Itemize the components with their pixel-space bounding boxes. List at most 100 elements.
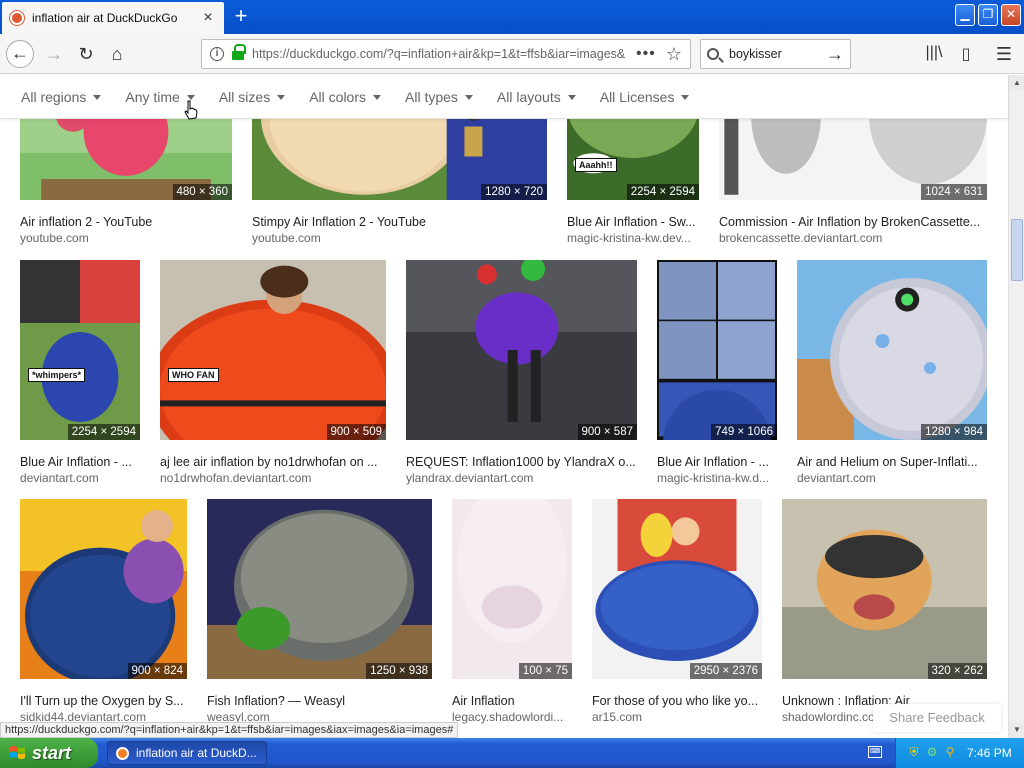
image-dimensions-badge: 2254 × 2594: [67, 424, 140, 440]
filter-dropdown[interactable]: All layouts: [497, 89, 576, 105]
start-label: start: [32, 743, 72, 763]
taskbar-item-firefox[interactable]: inflation air at DuckD...: [107, 741, 267, 765]
forward-arrow-icon[interactable]: →: [40, 40, 68, 68]
result-domain[interactable]: deviantart.com: [797, 471, 987, 485]
browser-search-box[interactable]: →: [700, 39, 851, 69]
image-dimensions-badge: 1024 × 631: [921, 184, 987, 200]
chevron-down-icon: [681, 95, 690, 101]
shield-icon[interactable]: ⛨: [907, 745, 921, 759]
url-text[interactable]: https://duckduckgo.com/?q=inflation+air&…: [252, 47, 626, 61]
start-button[interactable]: start: [0, 738, 98, 768]
result-thumbnail[interactable]: 2950 × 2376: [592, 499, 762, 679]
result-domain[interactable]: legacy.shadowlordi...: [452, 710, 572, 724]
more-dots-icon[interactable]: •••: [636, 45, 656, 63]
browser-tab[interactable]: inflation air at DuckDuckGo ×: [2, 2, 224, 34]
taskbar-item-label: inflation air at DuckD...: [136, 746, 257, 760]
hamburger-menu-icon[interactable]: ☰: [994, 44, 1014, 64]
filter-label: All layouts: [496, 88, 561, 105]
result-domain[interactable]: ar15.com: [592, 710, 762, 724]
vertical-scrollbar[interactable]: ▲ ▼: [1008, 75, 1024, 738]
result-thumbnail[interactable]: 1280 × 984: [797, 260, 987, 440]
browser-search-input[interactable]: [729, 47, 826, 61]
image-result-tile[interactable]: 320 × 262 Unknown : Inflation: Air shadowl…: [782, 499, 987, 724]
window-minimize-button[interactable]: ▁: [955, 4, 975, 26]
result-thumbnail[interactable]: 320 × 262: [782, 499, 987, 679]
result-domain[interactable]: magic-kristina-kw.dev...: [567, 231, 699, 245]
home-icon[interactable]: ⌂: [103, 40, 131, 68]
result-title[interactable]: For those of you who like yo...: [592, 694, 762, 708]
result-domain[interactable]: brokencassette.deviantart.com: [719, 231, 987, 245]
image-result-tile[interactable]: 749 × 1066 Blue Air Inflation - ... magic-…: [657, 260, 777, 485]
result-title[interactable]: Blue Air Inflation - ...: [20, 455, 140, 469]
lock-icon[interactable]: [232, 44, 246, 60]
result-thumbnail[interactable]: 749 × 1066: [657, 260, 777, 440]
result-title[interactable]: Air and Helium on Super-Inflati...: [797, 455, 987, 469]
window-maximize-button[interactable]: ❐: [978, 4, 998, 26]
image-result-tile[interactable]: WHO FAN 900 × 509 aj lee air inflation by …: [160, 260, 386, 485]
result-title[interactable]: Air inflation 2 - YouTube: [20, 215, 232, 229]
image-result-tile[interactable]: 900 × 824 I'll Turn up the Oxygen by S...…: [20, 499, 187, 724]
result-domain[interactable]: ylandrax.deviantart.com: [406, 471, 637, 485]
go-arrow-icon[interactable]: →: [826, 44, 844, 65]
filter-label: All regions: [21, 88, 87, 105]
network-icon[interactable]: ⚙: [925, 745, 939, 759]
result-title[interactable]: Blue Air Inflation - ...: [657, 455, 777, 469]
result-thumbnail[interactable]: WHO FAN 900 × 509: [160, 260, 386, 440]
library-icon[interactable]: |||\: [924, 44, 944, 64]
image-result-tile[interactable]: 900 × 587 REQUEST: Inflation1000 by Yland…: [406, 260, 637, 485]
image-result-tile[interactable]: 1250 × 938 Fish Inflation? — Weasyl weasyl…: [207, 499, 432, 724]
image-results: 480 × 360 Air inflation 2 - YouTube youtub…: [0, 75, 1008, 738]
result-domain[interactable]: no1drwhofan.deviantart.com: [160, 471, 386, 485]
result-title[interactable]: I'll Turn up the Oxygen by S...: [20, 694, 187, 708]
result-domain[interactable]: magic-kristina-kw.d...: [657, 471, 777, 485]
filter-dropdown[interactable]: All types: [405, 89, 473, 105]
keyboard-icon[interactable]: ⌨: [868, 746, 882, 758]
back-arrow-icon[interactable]: ←: [6, 40, 34, 68]
result-thumbnail[interactable]: 900 × 587: [406, 260, 637, 440]
windows-flag-icon: [10, 746, 25, 759]
filter-dropdown[interactable]: All sizes: [219, 89, 286, 105]
image-dimensions-badge: 2254 × 2594: [626, 184, 699, 200]
info-icon[interactable]: i: [210, 47, 224, 61]
result-domain[interactable]: youtube.com: [252, 231, 547, 245]
result-title[interactable]: Stimpy Air Inflation 2 - YouTube: [252, 215, 547, 229]
scrollbar-thumb[interactable]: [1011, 219, 1023, 281]
image-dimensions-badge: 100 × 75: [518, 663, 572, 679]
result-thumbnail[interactable]: 100 × 75: [452, 499, 572, 679]
filter-label: All colors: [309, 88, 366, 105]
bookmark-star-icon[interactable]: ☆: [666, 44, 682, 65]
result-title[interactable]: Commission - Air Inflation by BrokenCass…: [719, 215, 987, 229]
sidebar-icon[interactable]: ▯: [956, 44, 976, 64]
result-domain[interactable]: youtube.com: [20, 231, 232, 245]
image-result-tile[interactable]: 2950 × 2376 For those of you who like yo.…: [592, 499, 762, 724]
reload-icon[interactable]: ↻: [72, 40, 100, 68]
search-tray-icon[interactable]: ⚲: [943, 745, 957, 759]
new-tab-button[interactable]: +: [228, 4, 254, 30]
result-title[interactable]: REQUEST: Inflation1000 by YlandraX o...: [406, 455, 637, 469]
result-title[interactable]: aj lee air inflation by no1drwhofan on .…: [160, 455, 386, 469]
window-close-button[interactable]: ✕: [1001, 4, 1021, 26]
filter-dropdown[interactable]: All Licenses: [600, 89, 690, 105]
share-feedback-button[interactable]: Share Feedback: [873, 704, 1001, 732]
image-dimensions-badge: 480 × 360: [172, 184, 232, 200]
result-thumbnail[interactable]: 1250 × 938: [207, 499, 432, 679]
address-bar[interactable]: i https://duckduckgo.com/?q=inflation+ai…: [201, 39, 691, 69]
image-result-tile[interactable]: 100 × 75 Air Inflation legacy.shadowlordi.…: [452, 499, 572, 724]
result-thumbnail[interactable]: *whimpers* 2254 × 2594: [20, 260, 140, 440]
filter-dropdown[interactable]: All colors: [309, 89, 381, 105]
result-title[interactable]: Blue Air Inflation - Sw...: [567, 215, 699, 229]
tab-close-icon[interactable]: ×: [200, 10, 216, 26]
image-result-tile[interactable]: *whimpers* 2254 × 2594 Blue Air Inflation …: [20, 260, 140, 485]
image-dimensions-badge: 1280 × 984: [921, 424, 987, 440]
scroll-down-icon[interactable]: ▼: [1009, 722, 1024, 738]
image-result-tile[interactable]: 1280 × 984 Air and Helium on Super-Inflat…: [797, 260, 987, 485]
result-thumbnail[interactable]: 900 × 824: [20, 499, 187, 679]
result-domain[interactable]: deviantart.com: [20, 471, 140, 485]
result-title[interactable]: Air Inflation: [452, 694, 572, 708]
filter-label: Any time: [125, 88, 180, 105]
result-title[interactable]: Fish Inflation? — Weasyl: [207, 694, 432, 708]
thumbnail-caption-text: *whimpers*: [28, 368, 86, 382]
filter-dropdown[interactable]: All regions: [21, 88, 102, 105]
chevron-down-icon: [373, 95, 381, 101]
scroll-up-icon[interactable]: ▲: [1009, 75, 1024, 91]
